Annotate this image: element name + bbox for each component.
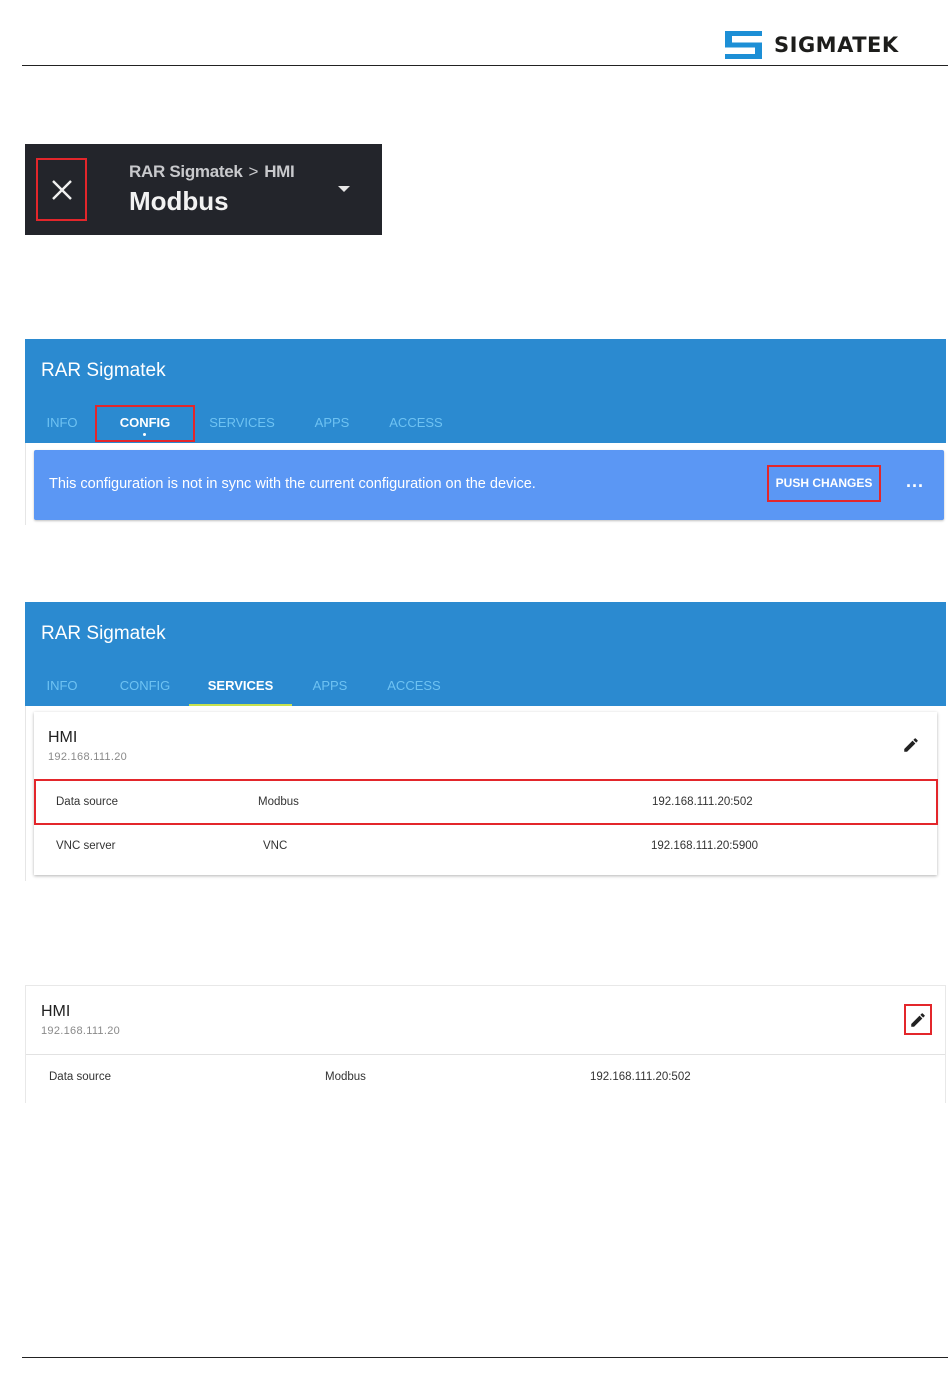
footer-rule [22,1357,948,1358]
sigmatek-logo: SIGMATEK [725,31,899,59]
sigmatek-logo-mark [725,31,762,59]
data-source-row-highlight[interactable] [34,779,938,825]
row-divider [26,1054,945,1055]
push-changes-button[interactable]: PUSH CHANGES [767,465,881,502]
tab-access[interactable]: ACCESS [385,666,443,706]
breadcrumb-separator: > [248,162,259,181]
breadcrumb: RAR Sigmatek > HMI [129,162,295,182]
edit-service-button[interactable] [904,1004,932,1035]
tab-info[interactable]: INFO [41,666,83,706]
row-type: VNC [263,840,288,852]
service-name: HMI [48,729,78,746]
tab-services[interactable]: SERVICES [189,666,292,706]
edit-service-button[interactable] [900,734,922,756]
more-options-icon[interactable]: ... [906,471,924,492]
pencil-icon [904,738,918,752]
tab-services[interactable]: SERVICES [208,403,276,443]
service-ip: 192.168.111.20 [48,751,128,763]
service-name: HMI [41,1003,71,1020]
sync-banner: This configuration is not in sync with t… [34,450,944,520]
banner-message: This configuration is not in sync with t… [49,476,536,492]
row-address: 192.168.111.20:5900 [651,840,759,852]
page-title: Modbus [129,186,229,216]
device-panel-services: RAR Sigmatek INFO CONFIG SERVICES APPS A… [25,602,946,707]
tab-info[interactable]: INFO [41,403,83,443]
logo-wordmark: SIGMATEK [774,33,899,57]
sync-banner-area: This configuration is not in sync with t… [25,443,946,525]
device-header-bar: RAR Sigmatek > HMI Modbus [25,144,382,235]
row-type: Modbus [325,1071,366,1083]
row-label: VNC server [56,840,116,852]
tab-apps[interactable]: APPS [307,666,353,706]
breadcrumb-parent[interactable]: RAR Sigmatek [129,162,243,181]
tab-bar: INFO CONFIG SERVICES APPS ACCESS [25,666,946,706]
caret-down-icon[interactable] [338,186,350,192]
tab-apps[interactable]: APPS [309,403,355,443]
pencil-icon [911,1012,925,1027]
close-button[interactable] [36,158,87,221]
row-label: Data source [49,1071,112,1083]
device-title: RAR Sigmatek [41,623,166,644]
close-icon [51,179,72,200]
row-address: 192.168.111.20:502 [590,1071,691,1083]
tab-config[interactable]: CONFIG [111,666,179,706]
active-tab-indicator [143,433,146,436]
device-panel-config: RAR Sigmatek INFO CONFIG SERVICES APPS A… [25,339,946,443]
device-title: RAR Sigmatek [41,360,166,381]
header-rule [22,65,948,66]
tab-config-highlight [95,405,195,442]
tab-access[interactable]: ACCESS [387,403,445,443]
service-ip: 192.168.111.20 [41,1025,121,1037]
breadcrumb-child[interactable]: HMI [264,162,295,181]
service-card-detail [25,985,946,1103]
